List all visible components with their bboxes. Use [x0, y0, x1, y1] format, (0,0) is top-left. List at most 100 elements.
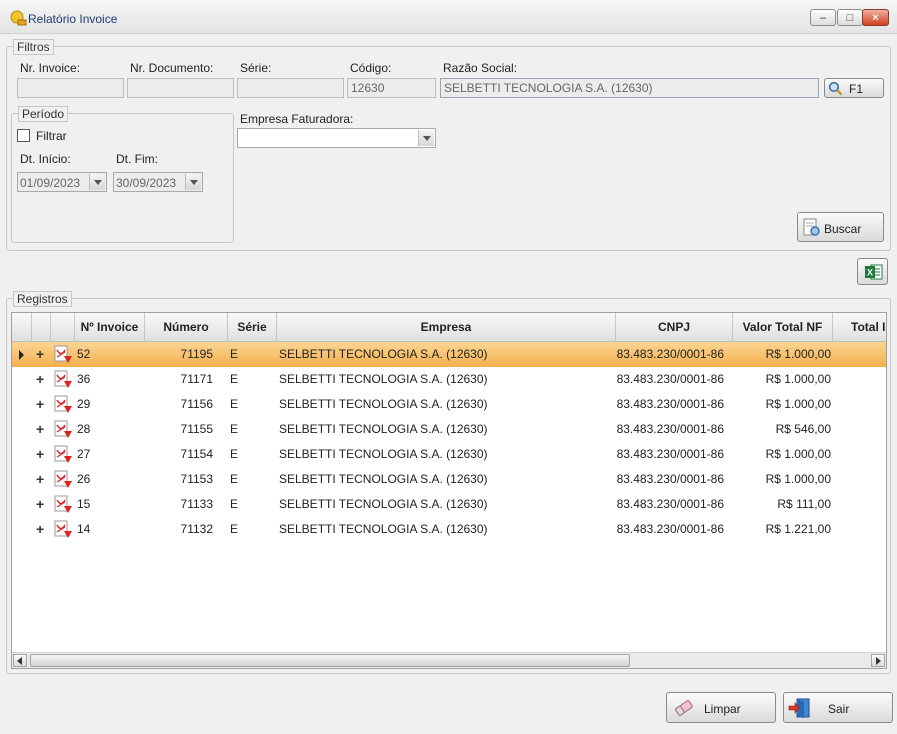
cell-cnpj: 83.483.230/0001-86: [616, 372, 724, 386]
expand-row-icon[interactable]: +: [36, 442, 44, 466]
razao-social-input[interactable]: [440, 78, 819, 98]
table-row[interactable]: +29 71156 E SELBETTI TECNOLOGIA S.A. (12630…: [12, 392, 886, 417]
cell-numero: 71133: [180, 497, 213, 511]
nr-documento-label: Nr. Documento:: [130, 61, 214, 75]
empresa-faturadora-select[interactable]: [237, 128, 436, 148]
scrollbar-thumb[interactable]: [30, 654, 630, 667]
nr-invoice-label: Nr. Invoice:: [20, 61, 81, 75]
cell-cnpj: 83.483.230/0001-86: [616, 472, 724, 486]
cell-invoice: 52: [77, 347, 91, 361]
registros-legend: Registros: [13, 291, 72, 307]
dt-inicio-value: 01/09/2023: [20, 176, 81, 190]
empresa-faturadora-label: Empresa Faturadora:: [240, 112, 354, 126]
pdf-icon[interactable]: [53, 345, 73, 365]
column-header-total[interactable]: Total I: [833, 313, 886, 342]
grid-header: Nº Invoice Número Série Empresa CNPJ Val…: [12, 313, 886, 342]
column-header-expand[interactable]: [32, 313, 51, 342]
column-header-serie[interactable]: Série: [228, 313, 277, 342]
column-header-valor-total-nf[interactable]: Valor Total NF: [733, 313, 833, 342]
cell-valor: R$ 1.000,00: [765, 347, 831, 361]
cell-serie: E: [230, 447, 239, 461]
chevron-down-icon[interactable]: [418, 130, 434, 146]
limpar-label: Limpar: [704, 702, 741, 716]
expand-row-icon[interactable]: +: [36, 417, 44, 441]
column-header-pointer[interactable]: [12, 313, 32, 342]
maximize-button[interactable]: □: [837, 9, 863, 26]
minimize-button[interactable]: –: [810, 9, 836, 26]
dt-fim-label: Dt. Fim:: [116, 152, 158, 166]
close-button[interactable]: ×: [862, 9, 889, 26]
dt-fim-value: 30/09/2023: [116, 176, 177, 190]
row-pointer-icon: [19, 350, 24, 360]
column-header-pdf[interactable]: [51, 313, 75, 342]
limpar-button[interactable]: Limpar: [666, 692, 776, 723]
cell-serie: E: [230, 472, 239, 486]
registros-grid[interactable]: Nº Invoice Número Série Empresa CNPJ Val…: [11, 312, 887, 669]
column-header-numero[interactable]: Número: [145, 313, 228, 342]
pdf-icon[interactable]: [53, 370, 73, 390]
chevron-down-icon[interactable]: [185, 174, 201, 190]
cell-empresa: SELBETTI TECNOLOGIA S.A. (12630): [279, 347, 488, 361]
filtrar-checkbox[interactable]: [17, 129, 30, 142]
cell-valor: R$ 1.000,00: [765, 372, 831, 386]
pdf-icon[interactable]: [53, 445, 73, 465]
expand-row-icon[interactable]: +: [36, 467, 44, 491]
pdf-icon[interactable]: [53, 495, 73, 515]
buscar-button[interactable]: Buscar: [797, 212, 884, 242]
cell-invoice: 29: [77, 397, 91, 411]
dt-fim-picker[interactable]: 30/09/2023: [113, 172, 203, 192]
column-header-invoice[interactable]: Nº Invoice: [75, 313, 145, 342]
cell-numero: 71195: [180, 347, 213, 361]
export-excel-button[interactable]: X: [857, 258, 888, 285]
column-header-cnpj[interactable]: CNPJ: [616, 313, 733, 342]
cell-numero: 71153: [180, 472, 213, 486]
expand-row-icon[interactable]: +: [36, 342, 44, 366]
cell-cnpj: 83.483.230/0001-86: [616, 397, 724, 411]
razao-social-label: Razão Social:: [443, 61, 518, 75]
table-row[interactable]: +27 71154 E SELBETTI TECNOLOGIA S.A. (12630…: [12, 442, 886, 467]
expand-row-icon[interactable]: +: [36, 492, 44, 516]
cell-invoice: 28: [77, 422, 91, 436]
table-row[interactable]: +15 71133 E SELBETTI TECNOLOGIA S.A. (12630…: [12, 492, 886, 517]
nr-invoice-input[interactable]: [17, 78, 124, 98]
cell-serie: E: [230, 422, 239, 436]
cell-cnpj: 83.483.230/0001-86: [616, 497, 724, 511]
expand-row-icon[interactable]: +: [36, 517, 44, 541]
dt-inicio-picker[interactable]: 01/09/2023: [17, 172, 107, 192]
table-row[interactable]: +26 71153 E SELBETTI TECNOLOGIA S.A. (12630…: [12, 467, 886, 492]
cell-valor: R$ 1.000,00: [765, 447, 831, 461]
codigo-input[interactable]: [347, 78, 436, 98]
cell-cnpj: 83.483.230/0001-86: [616, 447, 724, 461]
expand-row-icon[interactable]: +: [36, 367, 44, 391]
search-f1-button[interactable]: F1: [824, 78, 884, 98]
cell-empresa: SELBETTI TECNOLOGIA S.A. (12630): [279, 372, 488, 386]
horizontal-scrollbar[interactable]: [12, 652, 886, 668]
cell-numero: 71156: [180, 397, 213, 411]
cell-cnpj: 83.483.230/0001-86: [616, 347, 724, 361]
cell-invoice: 14: [77, 522, 91, 536]
table-row[interactable]: +14 71132 E SELBETTI TECNOLOGIA S.A. (12630…: [12, 517, 886, 542]
table-row[interactable]: +28 71155 E SELBETTI TECNOLOGIA S.A. (12630…: [12, 417, 886, 442]
pdf-icon[interactable]: [53, 470, 73, 490]
cell-serie: E: [230, 347, 239, 361]
pdf-icon[interactable]: [53, 395, 73, 415]
pdf-icon[interactable]: [53, 420, 73, 440]
cell-invoice: 15: [77, 497, 91, 511]
table-row[interactable]: +36 71171 E SELBETTI TECNOLOGIA S.A. (12630…: [12, 367, 886, 392]
codigo-label: Código:: [350, 61, 392, 75]
expand-row-icon[interactable]: +: [36, 392, 44, 416]
column-header-empresa[interactable]: Empresa: [277, 313, 616, 342]
serie-input[interactable]: [237, 78, 344, 98]
nr-documento-input[interactable]: [127, 78, 234, 98]
cell-serie: E: [230, 372, 239, 386]
chevron-down-icon[interactable]: [89, 174, 105, 190]
cell-numero: 71132: [180, 522, 213, 536]
table-row[interactable]: +52 71195 E SELBETTI TECNOLOGIA S.A. (12630…: [12, 342, 886, 367]
scroll-left-arrow-icon[interactable]: [13, 654, 27, 667]
sair-button[interactable]: Sair: [783, 692, 893, 723]
cell-empresa: SELBETTI TECNOLOGIA S.A. (12630): [279, 472, 488, 486]
pdf-icon[interactable]: [53, 520, 73, 540]
window-title: Relatório Invoice: [28, 12, 118, 26]
scroll-right-arrow-icon[interactable]: [871, 654, 885, 667]
filtrar-label: Filtrar: [36, 129, 67, 143]
